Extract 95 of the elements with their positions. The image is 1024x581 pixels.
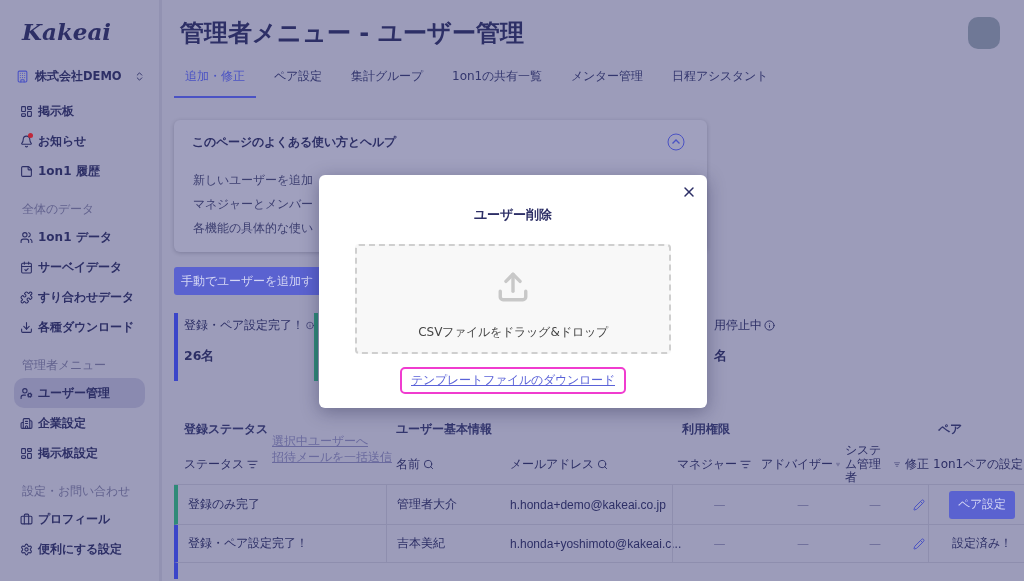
sidebar-label: 各種ダウンロード xyxy=(38,318,134,336)
company-selector[interactable]: 株式会社DEMO xyxy=(14,58,145,94)
help-title: このページのよくある使い方とヘルプ xyxy=(192,133,396,151)
info-icon[interactable] xyxy=(764,320,775,331)
sidebar-item[interactable]: 便利にする設定 xyxy=(14,534,145,564)
sidebar-item[interactable]: 1on1 履歴 xyxy=(14,156,145,186)
column-header: アドバイザー xyxy=(761,457,833,472)
briefcase-icon xyxy=(20,512,33,526)
building-icon xyxy=(20,416,33,430)
avatar[interactable] xyxy=(968,17,1000,49)
sidebar-item[interactable]: すり合わせデータ xyxy=(14,282,145,312)
close-button[interactable] xyxy=(681,184,697,200)
calendar-check-icon xyxy=(20,260,33,274)
tab[interactable]: メンター管理 xyxy=(560,64,655,98)
column-header: 名前 xyxy=(396,457,420,472)
pair-setup-button[interactable]: ペア設定 xyxy=(949,490,1015,519)
table-cell: h.honda+yoshimoto@kakeai.c... xyxy=(510,536,682,551)
user-gear-icon xyxy=(20,386,33,400)
users-icon xyxy=(20,230,33,244)
chevrons-icon xyxy=(134,70,145,82)
status-cell: 登録のみ完了 xyxy=(174,485,386,525)
sidebar-item[interactable]: プロフィール xyxy=(14,504,145,534)
sidebar-label: 企業設定 xyxy=(38,414,86,432)
table-cell: — xyxy=(713,536,726,551)
download-icon xyxy=(20,320,33,334)
building-icon xyxy=(16,69,29,83)
dropzone-text: CSVファイルをドラッグ&ドロップ xyxy=(418,324,608,341)
stat-value: 26名 xyxy=(184,348,216,365)
layout-icon xyxy=(20,446,33,460)
sidebar-label: プロフィール xyxy=(38,510,110,528)
stat-label: 登録・ペア設定完了！ xyxy=(184,317,304,334)
column-header: マネジャー xyxy=(677,457,737,472)
sidebar-item[interactable]: サーベイデータ xyxy=(14,252,145,282)
filter-icon[interactable] xyxy=(894,459,900,470)
sidebar-item[interactable]: 掲示板設定 xyxy=(14,438,145,468)
filter-icon[interactable] xyxy=(247,459,258,470)
column-group-header: ペア xyxy=(938,420,962,438)
edit-icon[interactable] xyxy=(913,537,925,550)
table-cell: — xyxy=(869,497,881,512)
tab[interactable]: 1on1の共有一覧 xyxy=(441,64,554,98)
sidebar-item[interactable]: 各種ダウンロード xyxy=(14,312,145,342)
sidebar-item[interactable]: 掲示板 xyxy=(14,96,145,126)
search-icon[interactable] xyxy=(423,459,434,470)
sidebar-label: 1on1 データ xyxy=(38,228,112,246)
column-header: ステータス xyxy=(184,457,244,472)
note-icon xyxy=(20,164,33,178)
gear-icon xyxy=(20,542,33,556)
sidebar-item[interactable]: 企業設定 xyxy=(14,408,145,438)
file-dropzone[interactable]: CSVファイルをドラッグ&ドロップ xyxy=(355,244,671,354)
tab[interactable]: ペア設定 xyxy=(263,64,333,98)
sidebar-item[interactable]: 1on1 データ xyxy=(14,222,145,252)
logo: Kakeai xyxy=(20,18,113,47)
sidebar-label: 便利にする設定 xyxy=(38,540,122,558)
sidebar-item[interactable]: お知らせ xyxy=(14,126,145,156)
sidebar-label: 1on1 履歴 xyxy=(38,162,100,180)
sidebar-label: すり合わせデータ xyxy=(38,288,134,306)
puzzle-icon xyxy=(20,290,33,304)
sidebar-label: サーベイデータ xyxy=(38,258,122,276)
column-header: システム管理者 xyxy=(845,443,882,486)
template-download-link[interactable]: テンプレートファイルのダウンロード xyxy=(400,367,626,394)
table-cell: 管理者大介 xyxy=(397,496,457,513)
table-cell: 設定済み！ xyxy=(952,535,1012,552)
upload-icon xyxy=(496,270,530,304)
column-header: メールアドレス xyxy=(510,457,594,472)
tab[interactable]: 追加・修正 xyxy=(174,64,256,98)
table-cell: h.honda+demo@kakeai.co.jp xyxy=(510,497,666,512)
sidebar-label: 掲示板 xyxy=(38,102,74,120)
stat-label: 用停止中 xyxy=(714,317,762,334)
sidebar-label: お知らせ xyxy=(38,132,86,150)
page-title: 管理者メニュー - ユーザー管理 xyxy=(180,18,524,49)
info-icon[interactable] xyxy=(306,320,314,331)
filter-icon[interactable] xyxy=(740,459,751,470)
tab[interactable]: 日程アシスタント xyxy=(661,64,780,98)
sidebar-item[interactable]: ユーザー管理 xyxy=(14,378,145,408)
column-group-header: 利用権限 xyxy=(682,420,730,438)
edit-icon[interactable] xyxy=(913,498,925,511)
column-group-header: 登録ステータス xyxy=(184,420,268,438)
table-cell: 吉本美紀 xyxy=(397,535,445,552)
sidebar-label: ユーザー管理 xyxy=(38,384,110,402)
column-header: 1on1ペアの設定 xyxy=(933,457,1024,472)
column-header: 修正 xyxy=(905,457,929,472)
table-cell: — xyxy=(713,497,726,512)
modal-title: ユーザー削除 xyxy=(474,207,552,224)
search-icon[interactable] xyxy=(597,459,608,470)
table-cell: — xyxy=(869,536,881,551)
table-cell: — xyxy=(797,536,809,551)
tab[interactable]: 集計グループ xyxy=(340,64,434,98)
column-group-header: ユーザー基本情報 xyxy=(396,420,492,438)
layout-icon xyxy=(20,104,33,118)
status-cell: 登録・ペア設定完了！ xyxy=(174,525,386,563)
bell-icon xyxy=(20,134,33,148)
sidebar-label: 掲示板設定 xyxy=(38,444,98,462)
stat-value: 名 xyxy=(714,348,728,365)
table-cell: — xyxy=(797,497,809,512)
collapse-icon[interactable] xyxy=(667,133,685,151)
